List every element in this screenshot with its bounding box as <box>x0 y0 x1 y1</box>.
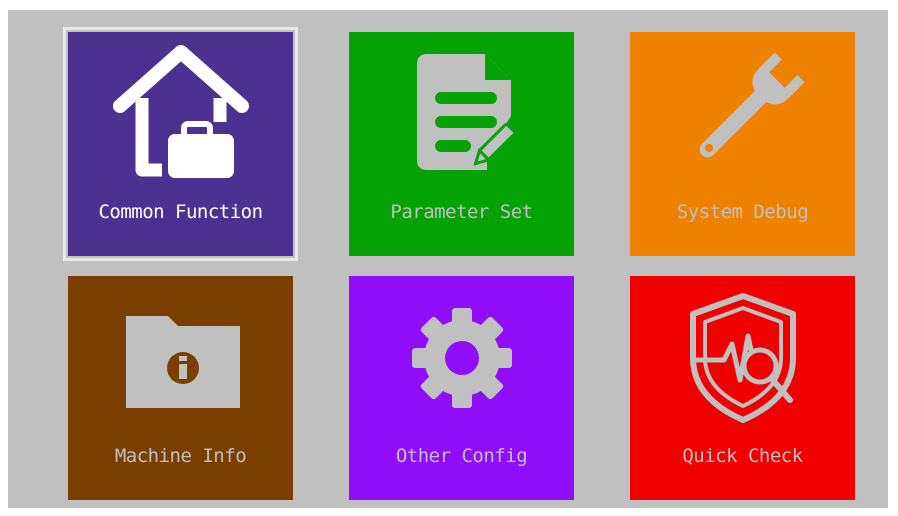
parameter-set-tile[interactable]: Parameter Set <box>349 32 574 256</box>
machine-info-tile[interactable]: Machine Info <box>68 276 293 500</box>
shield-pulse-search-icon <box>630 288 855 428</box>
menu-screen: Common Function Parameter Set System Deb… <box>8 10 888 508</box>
home-briefcase-icon <box>68 44 293 184</box>
other-config-tile[interactable]: Other Config <box>349 276 574 500</box>
tile-label: Other Config <box>395 445 528 467</box>
tile-label: Machine Info <box>114 445 247 467</box>
wrench-icon <box>630 44 855 184</box>
gear-icon <box>349 288 574 428</box>
tile-label: Common Function <box>98 201 263 223</box>
tile-label: Parameter Set <box>390 201 533 223</box>
document-edit-icon <box>349 44 574 184</box>
system-debug-tile[interactable]: System Debug <box>630 32 855 256</box>
tile-label: System Debug <box>676 201 809 223</box>
common-function-tile[interactable]: Common Function <box>63 27 298 261</box>
tile-label: Quick Check <box>682 445 803 467</box>
quick-check-tile[interactable]: Quick Check <box>630 276 855 500</box>
folder-info-icon <box>68 288 293 428</box>
